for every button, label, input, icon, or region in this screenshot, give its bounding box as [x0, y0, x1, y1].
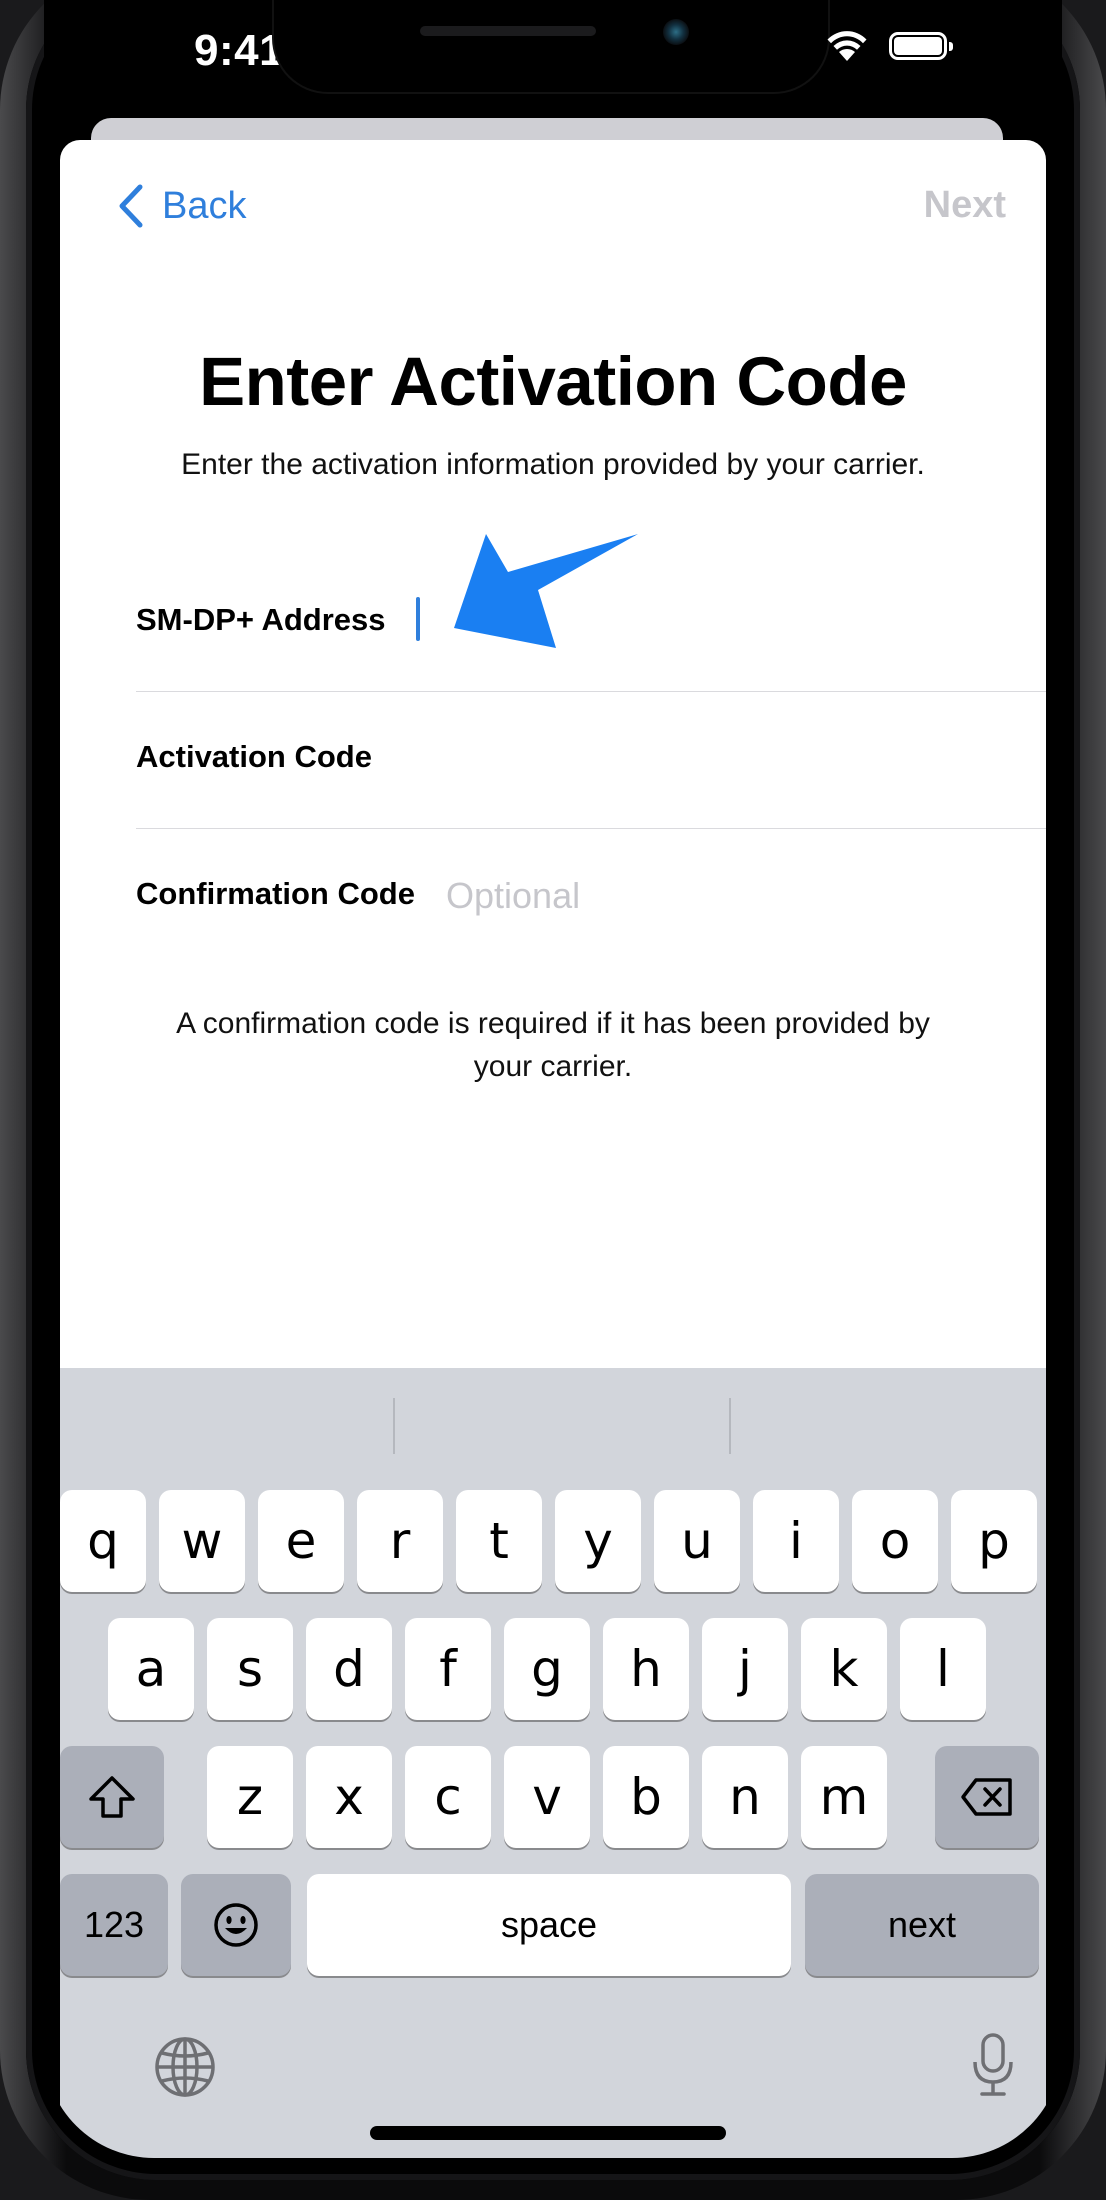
confirmation-code-row[interactable]: Confirmation Code — [136, 830, 1046, 966]
delete-key[interactable] — [935, 1746, 1039, 1848]
divider — [136, 691, 1046, 692]
key-h[interactable]: h — [603, 1618, 689, 1720]
delete-icon — [961, 1778, 1012, 1816]
key-b[interactable]: b — [603, 1746, 689, 1848]
chevron-left-icon — [119, 184, 143, 228]
status-time: 9:41 — [194, 26, 285, 75]
back-button[interactable]: Back — [118, 184, 246, 228]
suggestion-divider — [729, 1398, 731, 1454]
key-d[interactable]: d — [306, 1618, 392, 1720]
activation-code-row[interactable]: Activation Code — [136, 693, 1046, 829]
battery-icon — [889, 32, 953, 60]
emoji-key[interactable] — [181, 1874, 291, 1976]
key-p[interactable]: p — [951, 1490, 1037, 1592]
shift-icon — [89, 1776, 135, 1818]
key-n[interactable]: n — [702, 1746, 788, 1848]
shift-key[interactable] — [60, 1746, 164, 1848]
speaker-grille — [420, 26, 596, 36]
confirmation-code-label: Confirmation Code — [136, 876, 415, 911]
activation-code-input[interactable] — [444, 733, 1028, 785]
suggestion-divider — [393, 1398, 395, 1454]
keyboard: q w e r t y u i o p a s d f g h j k l z … — [60, 1368, 1046, 2158]
key-o[interactable]: o — [852, 1490, 938, 1592]
key-x[interactable]: x — [306, 1746, 392, 1848]
key-c[interactable]: c — [405, 1746, 491, 1848]
key-j[interactable]: j — [702, 1618, 788, 1720]
key-i[interactable]: i — [753, 1490, 839, 1592]
sm-dp-address-label: SM-DP+ Address — [136, 602, 386, 637]
text-cursor — [416, 597, 420, 641]
key-l[interactable]: l — [900, 1618, 986, 1720]
page-title: Enter Activation Code — [199, 343, 907, 420]
divider — [136, 828, 1046, 829]
key-t[interactable]: t — [456, 1490, 542, 1592]
key-k[interactable]: k — [801, 1618, 887, 1720]
key-g[interactable]: g — [504, 1618, 590, 1720]
emoji-icon — [214, 1903, 258, 1947]
key-m[interactable]: m — [801, 1746, 887, 1848]
confirmation-code-input[interactable] — [444, 870, 1028, 922]
key-f[interactable]: f — [405, 1618, 491, 1720]
notch — [274, 0, 828, 92]
front-camera — [663, 19, 689, 45]
key-v[interactable]: v — [504, 1746, 590, 1848]
space-key[interactable]: space — [307, 1874, 791, 1976]
key-a[interactable]: a — [108, 1618, 194, 1720]
key-w[interactable]: w — [159, 1490, 245, 1592]
activation-sheet: Back Next Enter Activation Code Enter th… — [60, 140, 1046, 1380]
key-y[interactable]: y — [555, 1490, 641, 1592]
key-s[interactable]: s — [207, 1618, 293, 1720]
home-indicator[interactable] — [370, 2126, 726, 2140]
phone-screen: 9:41 Back Next Enter Activation Code Ent… — [44, 0, 1062, 2158]
key-e[interactable]: e — [258, 1490, 344, 1592]
key-q[interactable]: q — [60, 1490, 146, 1592]
confirmation-note: A confirmation code is required if it ha… — [176, 1007, 930, 1083]
back-label: Back — [162, 184, 247, 227]
activation-code-label: Activation Code — [136, 739, 372, 774]
page-subtitle: Enter the activation information provide… — [181, 448, 925, 481]
microphone-icon[interactable] — [970, 2032, 1016, 2098]
numbers-key[interactable]: 123 — [60, 1874, 168, 1976]
next-key[interactable]: next — [805, 1874, 1039, 1976]
key-u[interactable]: u — [654, 1490, 740, 1592]
arrow-pointer-icon — [454, 534, 638, 648]
key-r[interactable]: r — [357, 1490, 443, 1592]
globe-icon[interactable] — [154, 2036, 216, 2098]
key-z[interactable]: z — [207, 1746, 293, 1848]
wifi-icon — [827, 31, 867, 61]
next-button[interactable]: Next — [924, 184, 1006, 227]
